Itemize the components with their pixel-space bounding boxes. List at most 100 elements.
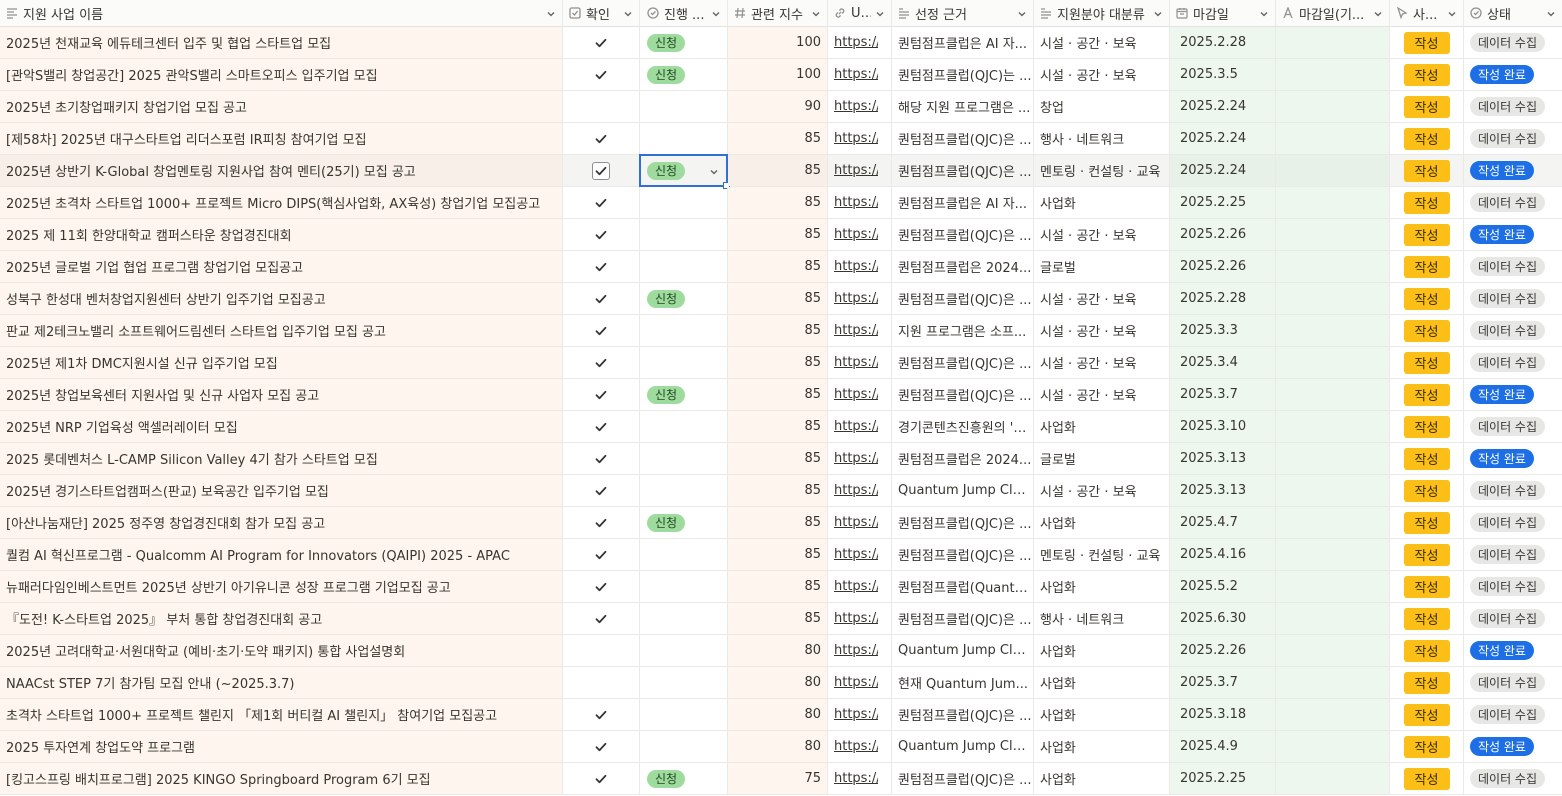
cell-status[interactable]: 데이터 수집: [1464, 283, 1562, 314]
cell-deadline[interactable]: 2025.2.25: [1170, 763, 1276, 794]
cell-progress-status[interactable]: 신청: [640, 283, 728, 314]
cell-progress-status[interactable]: [640, 219, 728, 250]
cell-selection-basis[interactable]: 퀀텀점프클럽(QJC)는 ...: [892, 59, 1034, 90]
cell-action[interactable]: 작성: [1390, 411, 1464, 442]
cell-deadline[interactable]: 2025.2.28: [1170, 27, 1276, 58]
cell-progress-status[interactable]: [640, 411, 728, 442]
cell-deadline[interactable]: 2025.2.26: [1170, 251, 1276, 282]
url-link[interactable]: https://...: [834, 131, 878, 146]
cell-program-name[interactable]: 2025년 고려대학교·서원대학교 (예비·초기·도약 패키지) 통합 사업설명…: [0, 635, 563, 666]
cell-confirm-checkbox[interactable]: [563, 667, 640, 698]
cell-program-name[interactable]: 퀄컴 AI 혁신프로그램 - Qualcomm AI Program for I…: [0, 539, 563, 570]
cell-url[interactable]: https://...: [828, 315, 892, 346]
cell-selection-basis[interactable]: 해당 지원 프로그램은 ...: [892, 91, 1034, 122]
write-button[interactable]: 작성: [1403, 639, 1450, 662]
table-row[interactable]: NAACst STEP 7기 참가팀 모집 안내 (~2025.3.7) 80 ht…: [0, 667, 1562, 699]
table-row[interactable]: 2025년 경기스타트업캠퍼스(판교) 보육공간 입주기업 모집 85 https:…: [0, 475, 1562, 507]
cell-url[interactable]: https://...: [828, 571, 892, 602]
cell-confirm-checkbox[interactable]: [563, 347, 640, 378]
cell-deadline[interactable]: 2025.4.7: [1170, 507, 1276, 538]
table-row[interactable]: [관악S밸리 창업공간] 2025 관악S밸리 스마트오피스 입주기업 모집 신청…: [0, 59, 1562, 91]
write-button[interactable]: 작성: [1403, 255, 1450, 278]
cell-progress-status[interactable]: 신청: [640, 27, 728, 58]
cell-selection-basis[interactable]: Quantum Jump Clu...: [892, 475, 1034, 506]
checkmark-icon[interactable]: [594, 772, 608, 786]
column-header-name[interactable]: 지원 사업 이름: [0, 0, 563, 26]
cell-selection-basis[interactable]: 퀀텀점프클럽은 AI 자...: [892, 187, 1034, 218]
url-link[interactable]: https://...: [834, 579, 878, 594]
url-link[interactable]: https://...: [834, 67, 878, 82]
cell-url[interactable]: https://...: [828, 379, 892, 410]
write-button[interactable]: 작성: [1403, 767, 1450, 790]
cell-program-name[interactable]: 판교 제2테크노밸리 소프트웨어드림센터 스타트업 입주기업 모집 공고: [0, 315, 563, 346]
cell-deadline-formula[interactable]: [1276, 635, 1390, 666]
url-link[interactable]: https://...: [834, 643, 878, 658]
column-header-status[interactable]: 상태: [1464, 0, 1562, 26]
cell-status[interactable]: 데이터 수집: [1464, 347, 1562, 378]
chevron-down-icon[interactable]: [709, 166, 719, 176]
url-link[interactable]: https://...: [834, 483, 878, 498]
column-header-check[interactable]: 확인: [563, 0, 640, 26]
cell-program-name[interactable]: 2025년 경기스타트업캠퍼스(판교) 보육공간 입주기업 모집: [0, 475, 563, 506]
cell-support-category[interactable]: 사업화: [1034, 635, 1170, 666]
cell-status[interactable]: 데이터 수집: [1464, 315, 1562, 346]
cell-program-name[interactable]: [제58차] 2025년 대구스타트업 리더스포럼 IR피칭 참여기업 모집: [0, 123, 563, 154]
cell-progress-status[interactable]: [640, 699, 728, 730]
cell-selection-basis[interactable]: 지원 프로그램은 소프...: [892, 315, 1034, 346]
url-link[interactable]: https://...: [834, 387, 878, 402]
cell-action[interactable]: 작성: [1390, 187, 1464, 218]
cell-url[interactable]: https://...: [828, 27, 892, 58]
cell-deadline[interactable]: 2025.2.24: [1170, 91, 1276, 122]
cell-confirm-checkbox[interactable]: [563, 603, 640, 634]
cell-support-category[interactable]: 시설 · 공간 · 보육: [1034, 379, 1170, 410]
cell-progress-status[interactable]: [640, 123, 728, 154]
cell-relevance-score[interactable]: 85: [728, 379, 828, 410]
url-link[interactable]: https://...: [834, 707, 878, 722]
cell-selection-basis[interactable]: 퀀텀점프클럽(QJC)은 ...: [892, 699, 1034, 730]
url-link[interactable]: https://...: [834, 739, 878, 754]
cell-status[interactable]: 작성 완료: [1464, 731, 1562, 762]
cell-url[interactable]: https://...: [828, 507, 892, 538]
cell-selection-basis[interactable]: 퀀텀점프클럽은 AI 자...: [892, 27, 1034, 58]
url-link[interactable]: https://...: [834, 611, 878, 626]
cell-progress-status[interactable]: [640, 667, 728, 698]
cell-action[interactable]: 작성: [1390, 251, 1464, 282]
cell-confirm-checkbox[interactable]: [563, 219, 640, 250]
cell-program-name[interactable]: [관악S밸리 창업공간] 2025 관악S밸리 스마트오피스 입주기업 모집: [0, 59, 563, 90]
cell-status[interactable]: 작성 완료: [1464, 443, 1562, 474]
cell-status[interactable]: 데이터 수집: [1464, 507, 1562, 538]
cell-url[interactable]: https://...: [828, 539, 892, 570]
cell-progress-status[interactable]: [640, 187, 728, 218]
cell-deadline[interactable]: 2025.2.26: [1170, 635, 1276, 666]
cell-progress-status[interactable]: 신청: [640, 763, 728, 794]
write-button[interactable]: 작성: [1403, 511, 1450, 534]
write-button[interactable]: 작성: [1403, 735, 1450, 758]
table-row[interactable]: 2025년 초기창업패키지 창업기업 모집 공고 90 https://... 해당 …: [0, 91, 1562, 123]
cell-deadline-formula[interactable]: [1276, 667, 1390, 698]
cell-deadline-formula[interactable]: [1276, 123, 1390, 154]
url-link[interactable]: https://...: [834, 419, 878, 434]
cell-deadline-formula[interactable]: [1276, 603, 1390, 634]
column-header-due2[interactable]: 마감일(기...: [1276, 0, 1390, 26]
cell-program-name[interactable]: 『도전! K-스타트업 2025』 부처 통합 창업경진대회 공고: [0, 603, 563, 634]
cell-relevance-score[interactable]: 85: [728, 155, 828, 186]
write-button[interactable]: 작성: [1403, 223, 1450, 246]
cell-selection-basis[interactable]: 퀀텀점프클럽은 2024...: [892, 443, 1034, 474]
cell-relevance-score[interactable]: 85: [728, 187, 828, 218]
cell-confirm-checkbox[interactable]: [563, 539, 640, 570]
url-link[interactable]: https://...: [834, 355, 878, 370]
cell-program-name[interactable]: 뉴패러다임인베스트먼트 2025년 상반기 아기유니콘 성장 프로그램 기업모집…: [0, 571, 563, 602]
cell-support-category[interactable]: 시설 · 공간 · 보육: [1034, 347, 1170, 378]
cell-support-category[interactable]: 사업화: [1034, 411, 1170, 442]
checkmark-icon[interactable]: [594, 196, 608, 210]
cell-status[interactable]: 데이터 수집: [1464, 763, 1562, 794]
table-row[interactable]: [제58차] 2025년 대구스타트업 리더스포럼 IR피칭 참여기업 모집 85…: [0, 123, 1562, 155]
cell-confirm-checkbox[interactable]: [563, 315, 640, 346]
cell-confirm-checkbox[interactable]: [563, 635, 640, 666]
cell-deadline[interactable]: 2025.3.18: [1170, 699, 1276, 730]
cell-confirm-checkbox[interactable]: [563, 59, 640, 90]
cell-program-name[interactable]: 2025 투자연계 창업도약 프로그램: [0, 731, 563, 762]
cell-progress-status[interactable]: [640, 635, 728, 666]
cell-relevance-score[interactable]: 85: [728, 219, 828, 250]
cell-progress-status[interactable]: [640, 91, 728, 122]
